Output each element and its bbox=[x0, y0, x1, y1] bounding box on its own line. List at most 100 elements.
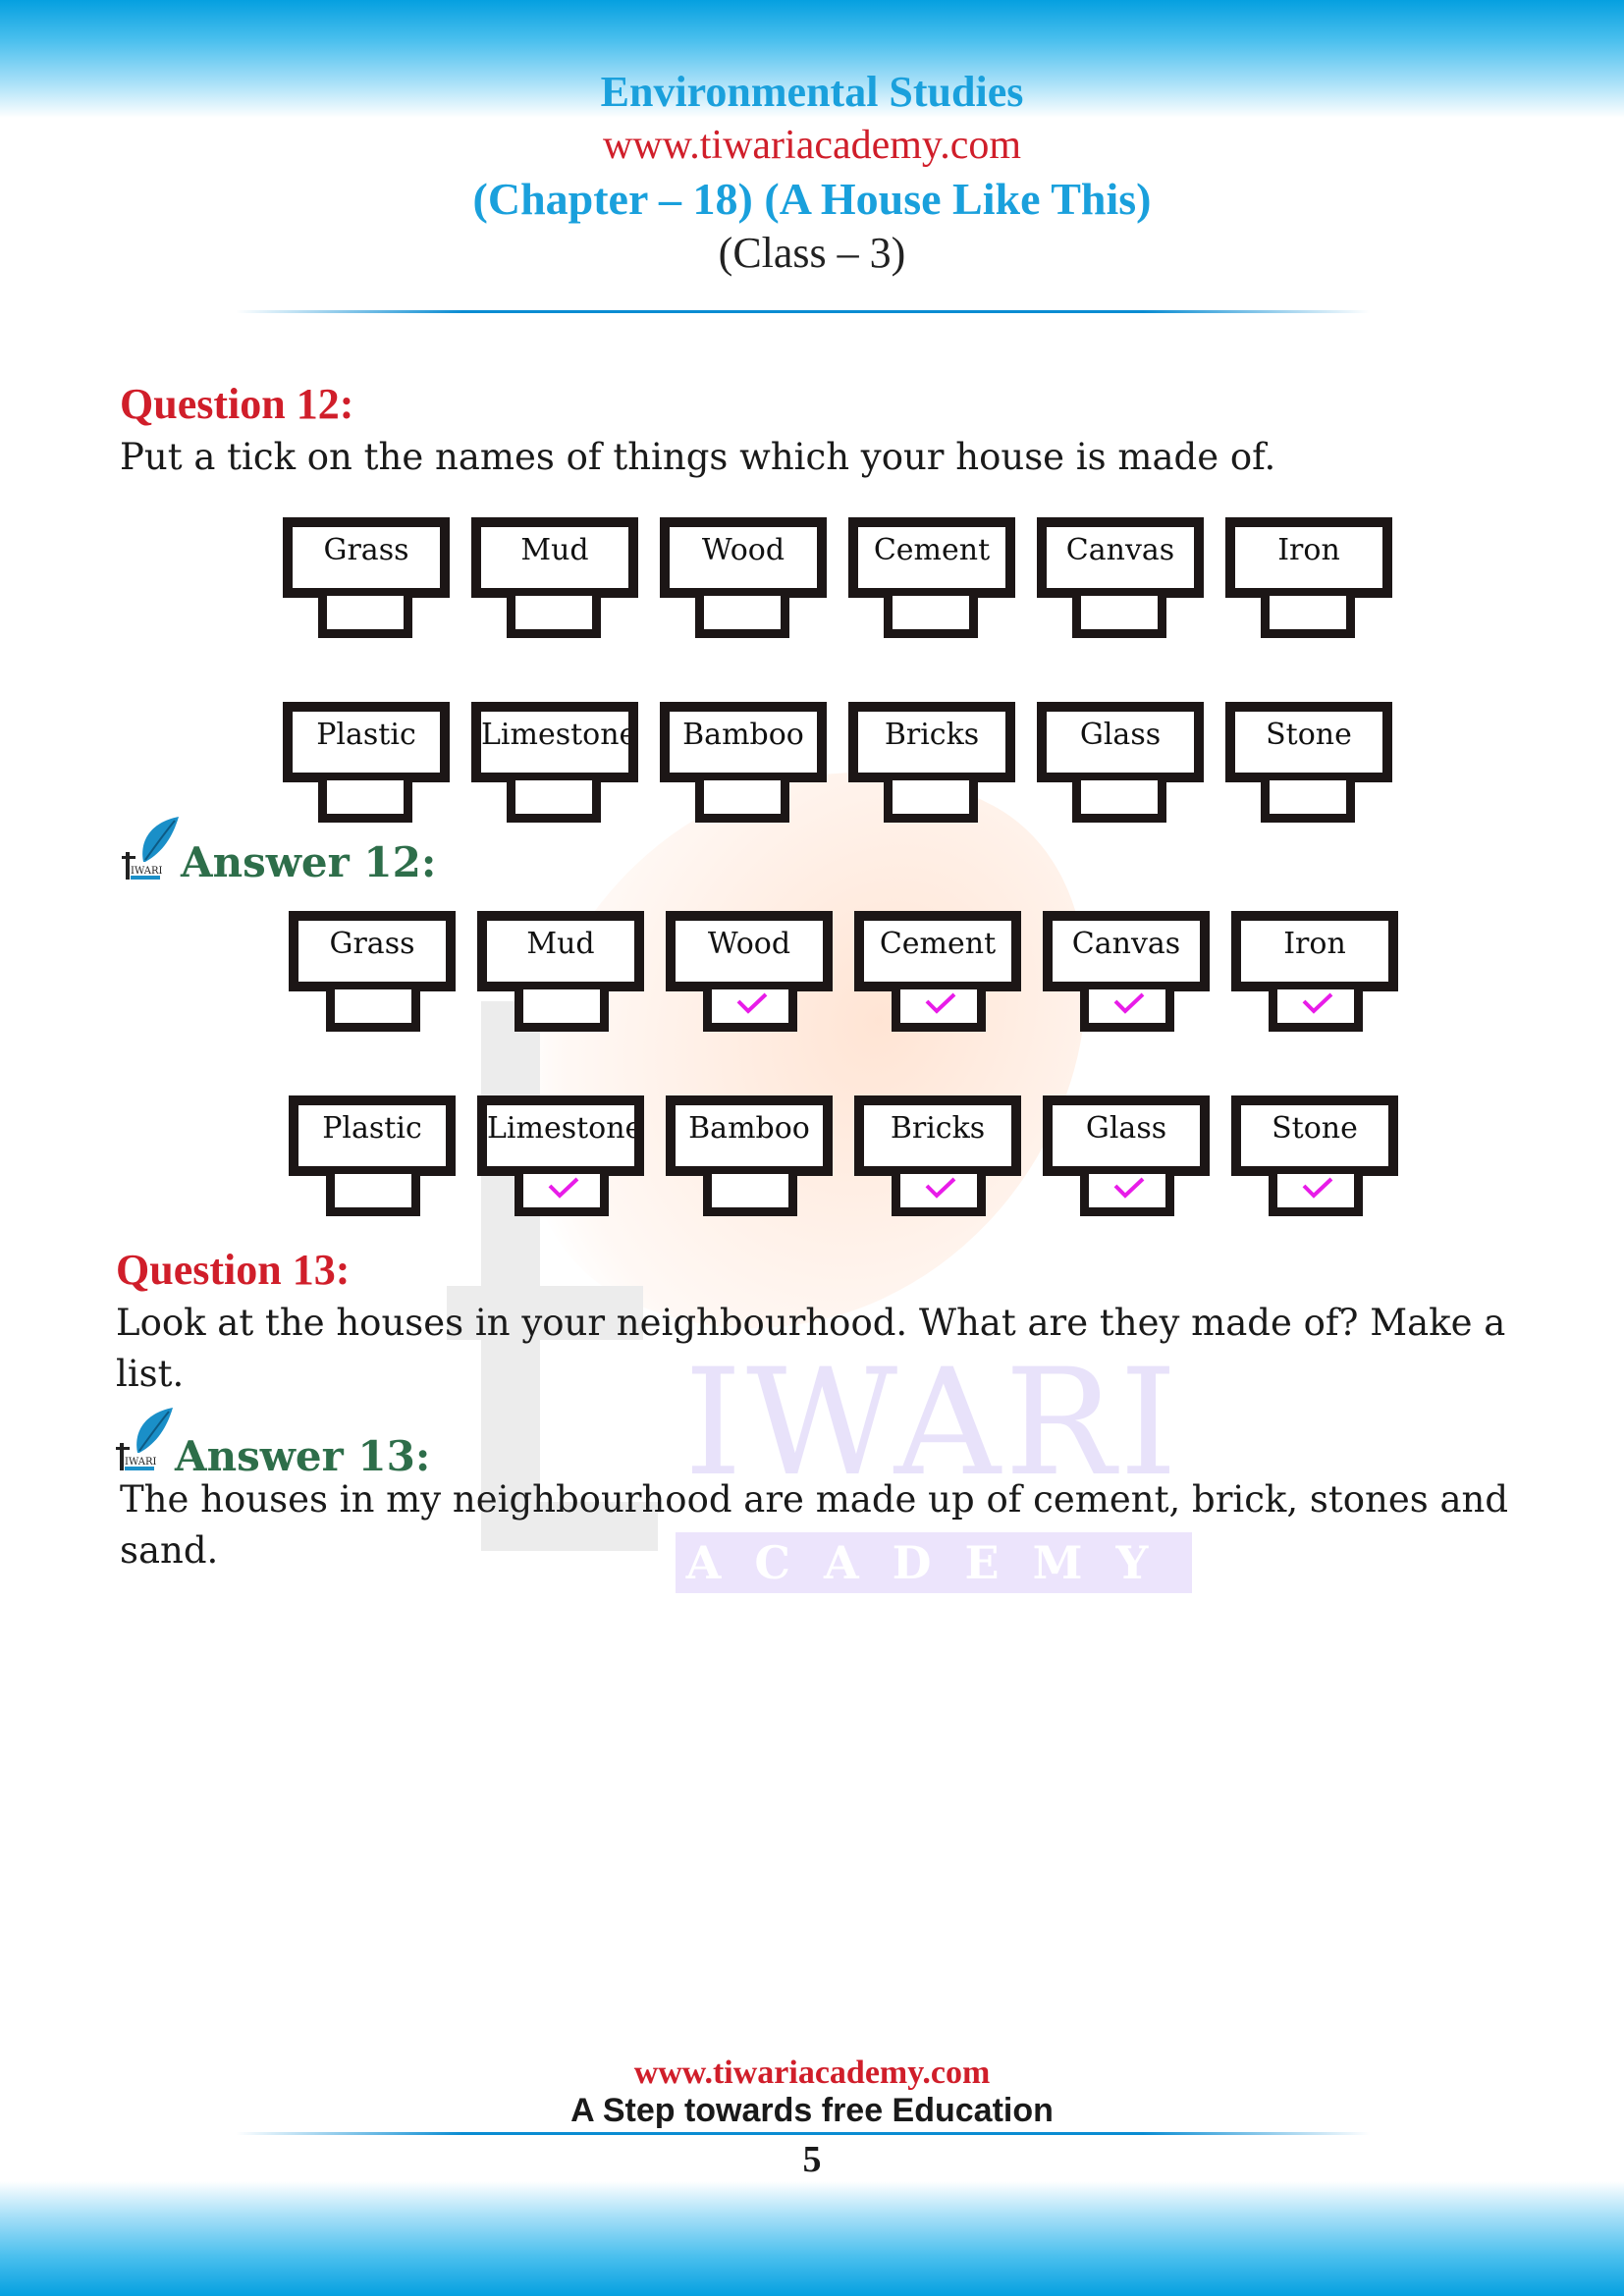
material-label: Cement bbox=[854, 911, 1021, 991]
tick-checkbox[interactable] bbox=[326, 989, 420, 1032]
material-label: Bricks bbox=[848, 702, 1015, 782]
footer-website-link[interactable]: www.tiwariacademy.com bbox=[0, 2054, 1624, 2093]
tick-checkbox[interactable] bbox=[507, 596, 601, 638]
tick-checkbox[interactable] bbox=[1261, 596, 1355, 638]
tick-checkbox[interactable] bbox=[703, 989, 797, 1032]
tick-checkbox[interactable] bbox=[1080, 989, 1174, 1032]
question-12-heading: Question 12: bbox=[120, 380, 354, 428]
question-13-text-line-1: Look at the houses in your neighbourhood… bbox=[116, 1302, 1506, 1344]
tick-checkbox[interactable] bbox=[318, 780, 412, 823]
material-item: Bamboo bbox=[666, 1095, 833, 1225]
material-label: Canvas bbox=[1037, 517, 1204, 598]
tick-checkbox[interactable] bbox=[326, 1174, 420, 1216]
tick-checkbox[interactable] bbox=[695, 780, 789, 823]
material-item: Glass bbox=[1037, 702, 1204, 831]
material-item: Limestone bbox=[477, 1095, 644, 1225]
material-item: Wood bbox=[660, 517, 827, 647]
material-item: Iron bbox=[1231, 911, 1398, 1041]
material-item: Mud bbox=[477, 911, 644, 1041]
material-item: Stone bbox=[1231, 1095, 1398, 1225]
tick-checkbox[interactable] bbox=[892, 989, 986, 1032]
material-item: Grass bbox=[289, 911, 456, 1041]
material-label: Bamboo bbox=[660, 702, 827, 782]
material-item: Mud bbox=[471, 517, 638, 647]
material-item: Stone bbox=[1225, 702, 1392, 831]
header-website-link[interactable]: www.tiwariacademy.com bbox=[0, 120, 1624, 171]
tick-checkbox[interactable] bbox=[884, 596, 978, 638]
tick-checkbox[interactable] bbox=[892, 1174, 986, 1216]
tick-checkbox[interactable] bbox=[703, 1174, 797, 1216]
material-label: Iron bbox=[1225, 517, 1392, 598]
checkmark-icon bbox=[1113, 992, 1145, 1014]
material-item: Iron bbox=[1225, 517, 1392, 647]
material-item: Wood bbox=[666, 911, 833, 1041]
watermark-t-stem bbox=[481, 1001, 540, 1551]
tick-checkbox[interactable] bbox=[514, 1174, 609, 1216]
page-number: 5 bbox=[802, 2139, 822, 2180]
tick-checkbox[interactable] bbox=[514, 989, 609, 1032]
material-label: Stone bbox=[1225, 702, 1392, 782]
tick-checkbox[interactable] bbox=[1072, 780, 1166, 823]
material-item: Cement bbox=[854, 911, 1021, 1041]
tick-checkbox[interactable] bbox=[1072, 596, 1166, 638]
subject-title: Environmental Studies bbox=[600, 68, 1024, 116]
footer-gradient-band bbox=[0, 2181, 1624, 2296]
checkmark-icon bbox=[925, 992, 956, 1014]
footer-divider bbox=[236, 2132, 1370, 2135]
material-label: Canvas bbox=[1043, 911, 1210, 991]
question-12-row-1: Grass Mud Wood Cement Canvas Iron bbox=[283, 517, 1414, 647]
material-label: Plastic bbox=[289, 1095, 456, 1176]
material-label: Wood bbox=[666, 911, 833, 991]
tick-checkbox[interactable] bbox=[1261, 780, 1355, 823]
material-label: Grass bbox=[289, 911, 456, 991]
page-header: Environmental Studies www.tiwariacademy.… bbox=[0, 65, 1624, 279]
material-item: Plastic bbox=[289, 1095, 456, 1225]
tick-checkbox[interactable] bbox=[318, 596, 412, 638]
chapter-title: (Chapter – 18) (A House Like This) bbox=[472, 174, 1152, 224]
material-label: Plastic bbox=[283, 702, 450, 782]
answer-12-heading: Answer 12: bbox=[181, 838, 437, 886]
question-13-heading: Question 13: bbox=[116, 1246, 351, 1294]
material-item: Bricks bbox=[848, 702, 1015, 831]
material-item: Plastic bbox=[283, 702, 450, 831]
material-item: Bricks bbox=[854, 1095, 1021, 1225]
tick-checkbox[interactable] bbox=[1080, 1174, 1174, 1216]
answer-12-row-2: Plastic Limestone Bamboo Bricks Glass Stone bbox=[289, 1095, 1420, 1225]
material-item: Bamboo bbox=[660, 702, 827, 831]
tick-checkbox[interactable] bbox=[695, 596, 789, 638]
material-label: Grass bbox=[283, 517, 450, 598]
tick-checkbox[interactable] bbox=[1269, 1174, 1363, 1216]
material-item: Cement bbox=[848, 517, 1015, 647]
material-label: Glass bbox=[1043, 1095, 1210, 1176]
checkmark-icon bbox=[1302, 992, 1333, 1014]
header-divider bbox=[236, 310, 1370, 313]
checkmark-icon bbox=[736, 992, 768, 1014]
checkmark-icon bbox=[925, 1177, 956, 1199]
material-label: Cement bbox=[848, 517, 1015, 598]
material-label: Mud bbox=[471, 517, 638, 598]
tick-checkbox[interactable] bbox=[1269, 989, 1363, 1032]
tiwari-logo-icon: IWARI bbox=[122, 817, 179, 880]
checkmark-icon bbox=[1302, 1177, 1333, 1199]
material-item: Canvas bbox=[1037, 517, 1204, 647]
question-12-text: Put a tick on the names of things which … bbox=[120, 436, 1276, 478]
material-item: Glass bbox=[1043, 1095, 1210, 1225]
svg-text:IWARI: IWARI bbox=[131, 866, 162, 877]
material-item: Limestone bbox=[471, 702, 638, 831]
tick-checkbox[interactable] bbox=[884, 780, 978, 823]
answer-13-text-line-2: sand. bbox=[120, 1529, 219, 1572]
footer-tagline: A Step towards free Education bbox=[570, 2092, 1054, 2129]
checkmark-icon bbox=[1113, 1177, 1145, 1199]
question-13-text-line-2: list. bbox=[116, 1353, 185, 1395]
material-item: Canvas bbox=[1043, 911, 1210, 1041]
tiwari-logo-icon: IWARI bbox=[116, 1408, 173, 1470]
material-label: Glass bbox=[1037, 702, 1204, 782]
material-item: Grass bbox=[283, 517, 450, 647]
answer-13-text-line-1: The houses in my neighbourhood are made … bbox=[120, 1478, 1509, 1521]
tick-checkbox[interactable] bbox=[507, 780, 601, 823]
material-label: Limestone bbox=[471, 702, 638, 782]
material-label: Bamboo bbox=[666, 1095, 833, 1176]
material-label: Stone bbox=[1231, 1095, 1398, 1176]
answer-12-row-1: Grass Mud Wood Cement Canvas Iron bbox=[289, 911, 1420, 1041]
material-label: Bricks bbox=[854, 1095, 1021, 1176]
